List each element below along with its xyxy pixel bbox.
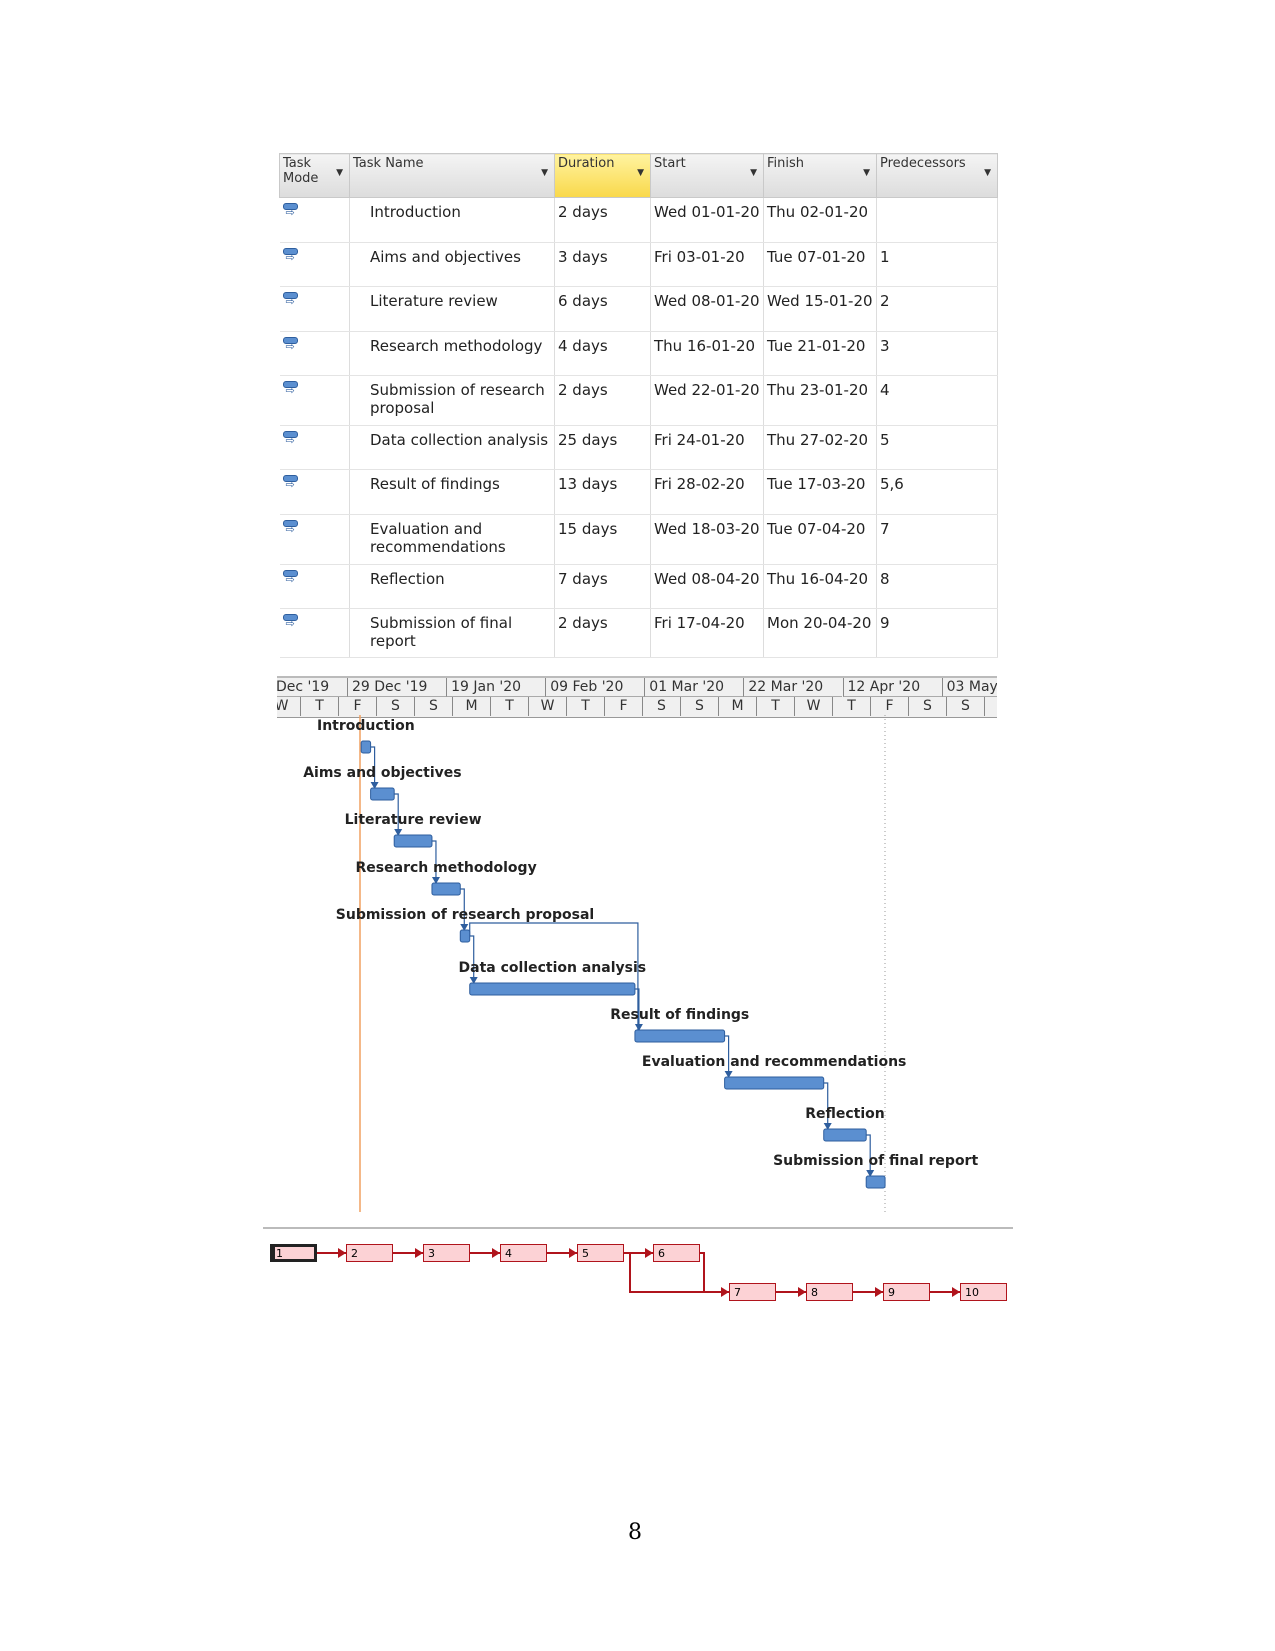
network-node[interactable]: 10 (960, 1283, 1007, 1301)
network-node[interactable]: 3 (423, 1244, 470, 1262)
network-arrowhead (338, 1248, 346, 1258)
network-arrowhead (798, 1287, 806, 1297)
network-arrowhead (952, 1287, 960, 1297)
network-node[interactable]: 4 (500, 1244, 547, 1262)
page-number: 8 (628, 1520, 642, 1545)
network-links (317, 1248, 960, 1297)
network-node[interactable]: 2 (346, 1244, 393, 1262)
network-arrowhead (875, 1287, 883, 1297)
network-arrowhead (569, 1248, 577, 1258)
network-node[interactable]: 6 (653, 1244, 700, 1262)
network-arrowhead (415, 1248, 423, 1258)
network-arrowhead (492, 1248, 500, 1258)
network-node[interactable]: 7 (729, 1283, 776, 1301)
network-link (700, 1252, 729, 1293)
network-node[interactable]: 8 (806, 1283, 853, 1301)
page: Task Mode ▼ Task Name ▼ Duration ▼ Start ▼ F… (0, 0, 1275, 1651)
network-node[interactable]: 5 (577, 1244, 624, 1262)
network-arrowhead (645, 1248, 653, 1258)
network-node[interactable]: 9 (883, 1283, 930, 1301)
network-node[interactable]: 1 (270, 1244, 317, 1262)
